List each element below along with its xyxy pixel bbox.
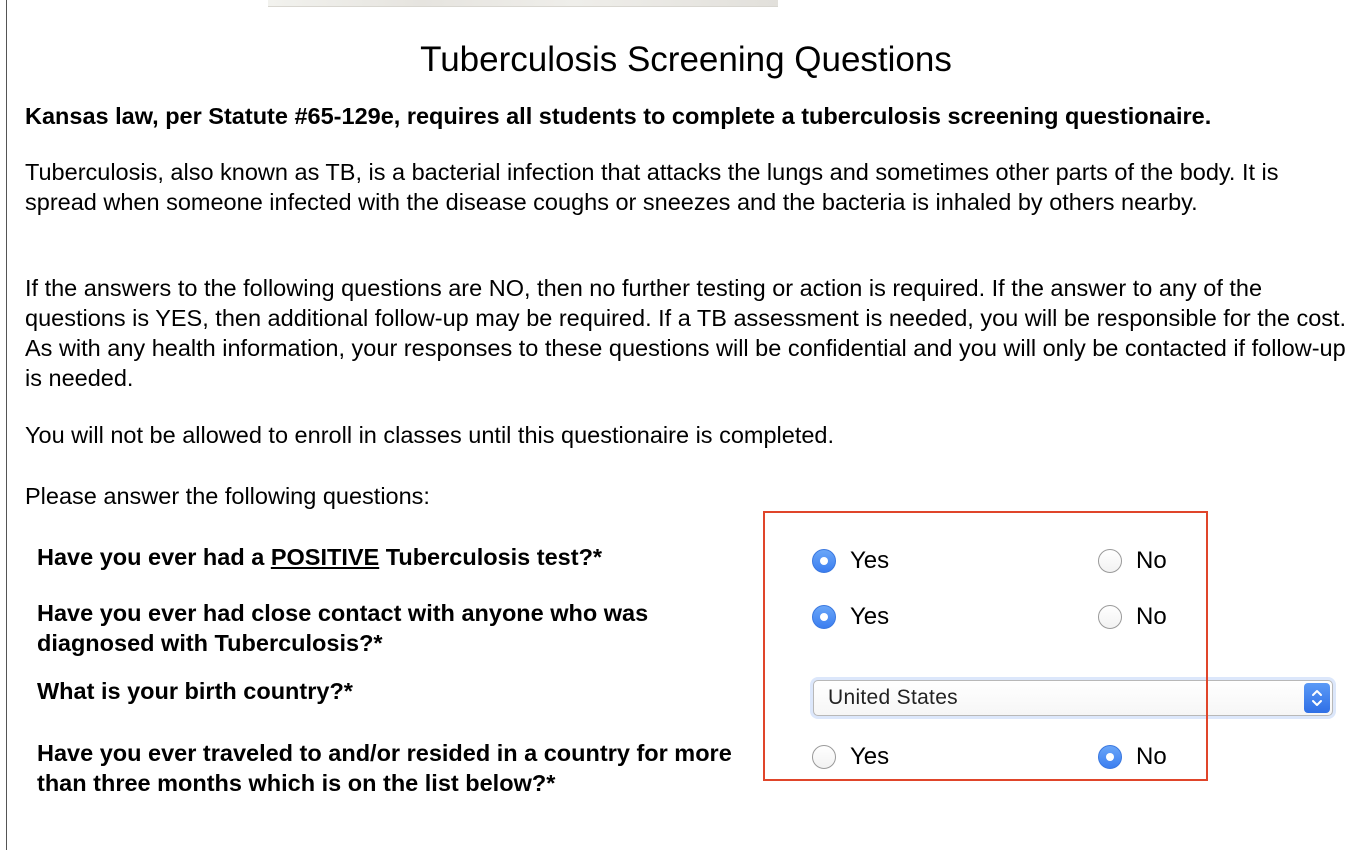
intro-paragraph-tb: Tuberculosis, also known as TB, is a bac… (25, 159, 1279, 215)
question-close-contact-label: Have you ever had close contact with any… (37, 600, 649, 656)
select-updown-arrows-icon[interactable] (1304, 683, 1330, 713)
birth-country-select-focus-ring: United States (810, 677, 1336, 719)
q1-no-radio[interactable] (1098, 549, 1122, 573)
intro-paragraph-enrollment: You will not be allowed to enroll in cla… (25, 422, 835, 448)
q1-yes-radio[interactable] (812, 549, 836, 573)
q4-no-label: No (1136, 743, 1167, 770)
question-positive-test-label-pre: Have you ever had a (37, 544, 271, 570)
birth-country-select[interactable]: United States (813, 680, 1333, 716)
page-title: Tuberculosis Screening Questions (420, 40, 952, 79)
law-notice: Kansas law, per Statute #65-129e, requir… (25, 103, 1212, 129)
q1-yes-radio-option[interactable]: Yes (812, 546, 889, 576)
page-left-border (6, 0, 7, 850)
question-positive-test-label: Have you ever had a POSITIVE Tuberculosi… (37, 542, 757, 572)
q4-no-radio[interactable] (1098, 745, 1122, 769)
tb-screening-page: Tuberculosis Screening Questions Kansas … (0, 0, 1362, 850)
q2-no-label: No (1136, 603, 1167, 630)
q2-yes-radio-option[interactable]: Yes (812, 602, 889, 632)
q1-no-label: No (1136, 547, 1167, 574)
q2-yes-radio[interactable] (812, 605, 836, 629)
question-travel-label: Have you ever traveled to and/or resided… (37, 740, 732, 796)
intro-paragraph-instructions: If the answers to the following question… (25, 275, 1347, 391)
q4-yes-label: Yes (850, 743, 890, 770)
birth-country-selected-value: United States (828, 686, 958, 709)
question-birth-country-label: What is your birth country?* (37, 678, 353, 704)
header-image-edge (268, 0, 778, 7)
q4-yes-radio-option[interactable]: Yes (812, 742, 889, 772)
q2-yes-label: Yes (850, 603, 890, 630)
q1-yes-label: Yes (850, 547, 890, 574)
q2-no-radio[interactable] (1098, 605, 1122, 629)
question-positive-test-label-post: Tuberculosis test?* (379, 544, 603, 570)
q1-no-radio-option[interactable]: No (1098, 546, 1167, 576)
q4-yes-radio[interactable] (812, 745, 836, 769)
q4-no-radio-option[interactable]: No (1098, 742, 1167, 772)
questions-prompt: Please answer the following questions: (25, 483, 430, 509)
q2-no-radio-option[interactable]: No (1098, 602, 1167, 632)
question-positive-test-emphasis: POSITIVE (270, 544, 380, 570)
